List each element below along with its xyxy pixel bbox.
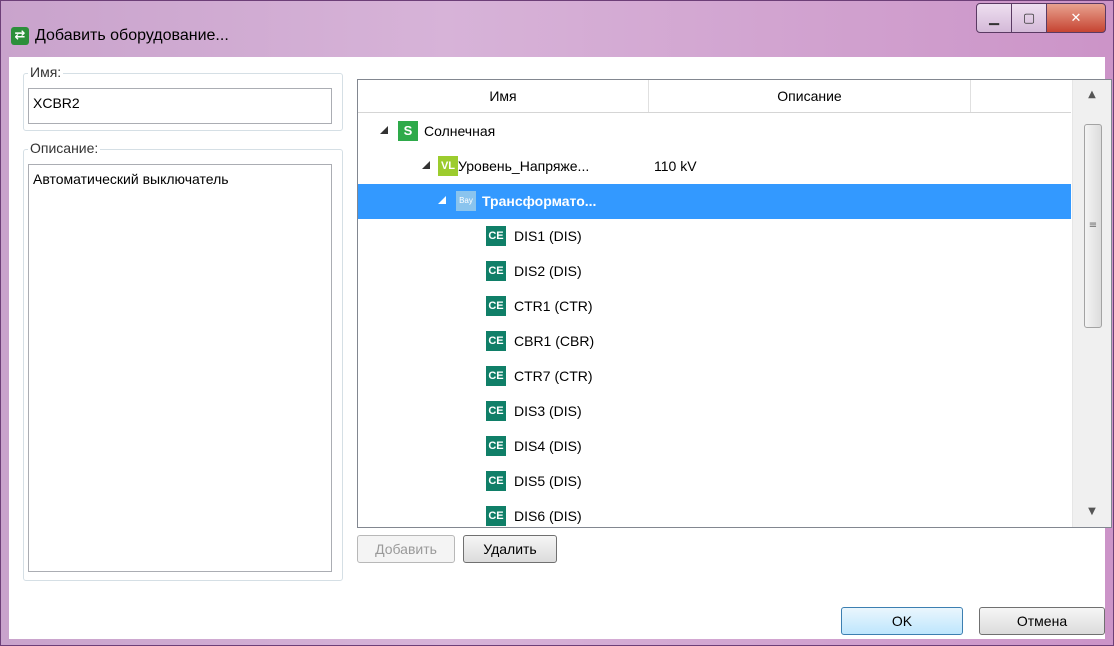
substation-icon: S	[398, 121, 418, 141]
tree-row-equipment[interactable]: CE CBR1 (CBR)	[358, 324, 1071, 359]
equipment-icon: CE	[486, 471, 506, 491]
tree-row-equipment[interactable]: CE DIS3 (DIS)	[358, 394, 1071, 429]
tree-row-substation[interactable]: S Солнечная	[358, 114, 1071, 149]
description-label: Описание:	[28, 140, 101, 156]
grid-header: Имя Описание	[358, 80, 1071, 113]
tree-row-label: Трансформато...	[482, 193, 597, 209]
expand-arrow-icon[interactable]	[380, 126, 388, 134]
dialog-client-area: Имя: XCBR2 Описание: Автоматический выкл…	[9, 57, 1112, 639]
maximize-button[interactable]: ▢	[1011, 3, 1047, 33]
voltage-level-icon: VL	[438, 156, 458, 176]
tree-row-label: Солнечная	[424, 123, 496, 139]
column-header-description[interactable]: Описание	[649, 80, 971, 112]
equipment-icon: CE	[486, 296, 506, 316]
equipment-icon: CE	[486, 506, 506, 526]
equipment-icon: CE	[486, 401, 506, 421]
equipment-icon: CE	[486, 261, 506, 281]
minimize-icon: ▁	[989, 10, 999, 26]
dialog-window: ⇄ Добавить оборудование... ▁ ▢ ✕ Имя: XC…	[0, 0, 1114, 646]
equipment-icon: CE	[486, 436, 506, 456]
column-header-name[interactable]: Имя	[358, 80, 649, 112]
tree-row-voltage-level[interactable]: VL Уровень_Напряже... 110 kV	[358, 149, 1071, 184]
equipment-icon: CE	[486, 331, 506, 351]
equipment-icon: CE	[486, 226, 506, 246]
tree-row-label: DIS6 (DIS)	[514, 508, 582, 524]
column-header-filler	[971, 80, 1071, 112]
name-label: Имя:	[28, 64, 64, 80]
tree-row-equipment[interactable]: CE DIS4 (DIS)	[358, 429, 1071, 464]
tree-row-label: CTR1 (CTR)	[514, 298, 593, 314]
name-group: Имя: XCBR2	[23, 64, 343, 131]
description-input[interactable]: Автоматический выключатель	[28, 164, 332, 572]
window-title: Добавить оборудование...	[35, 27, 229, 44]
remove-button[interactable]: Удалить	[463, 535, 557, 563]
add-button[interactable]: Добавить	[357, 535, 455, 563]
tree-rows: S Солнечная VL Уровень_Напряже... 110 kV…	[358, 114, 1071, 527]
tree-row-equipment[interactable]: CE DIS2 (DIS)	[358, 254, 1071, 289]
maximize-icon: ▢	[1022, 10, 1036, 26]
tree-row-equipment[interactable]: CE DIS5 (DIS)	[358, 464, 1071, 499]
scroll-down-icon[interactable]: ▼	[1073, 497, 1111, 527]
tree-row-equipment[interactable]: CE CTR7 (CTR)	[358, 359, 1071, 394]
tree-row-equipment[interactable]: CE DIS1 (DIS)	[358, 219, 1071, 254]
tree-row-label: Уровень_Напряже...	[458, 158, 590, 174]
window-controls: ▁ ▢ ✕	[976, 3, 1106, 37]
ok-button[interactable]: OK	[841, 607, 963, 635]
tree-row-label: DIS1 (DIS)	[514, 228, 582, 244]
expand-arrow-icon[interactable]	[438, 196, 446, 204]
tree-row-label: DIS4 (DIS)	[514, 438, 582, 454]
equipment-tree-grid[interactable]: Имя Описание S Солнечная VL Уровень_Напр…	[357, 79, 1112, 528]
title-bar[interactable]: ⇄ Добавить оборудование... ▁ ▢ ✕	[1, 1, 1113, 57]
tree-row-description: 110 kV	[654, 158, 697, 174]
bay-icon: Bay	[456, 191, 476, 211]
close-button[interactable]: ✕	[1046, 3, 1106, 33]
tree-row-label: DIS5 (DIS)	[514, 473, 582, 489]
tree-row-label: DIS3 (DIS)	[514, 403, 582, 419]
minimize-button[interactable]: ▁	[976, 3, 1012, 33]
scroll-up-icon[interactable]: ▲	[1073, 80, 1111, 110]
description-group: Описание: Автоматический выключатель	[23, 140, 343, 581]
tree-row-equipment[interactable]: CE DIS6 (DIS)	[358, 499, 1071, 527]
tree-row-label: CTR7 (CTR)	[514, 368, 593, 384]
tree-row-bay-selected[interactable]: Bay Трансформато...	[358, 184, 1071, 219]
equipment-icon: CE	[486, 366, 506, 386]
tree-row-label: DIS2 (DIS)	[514, 263, 582, 279]
tree-row-equipment[interactable]: CE CTR1 (CTR)	[358, 289, 1071, 324]
scroll-thumb[interactable]: ≡	[1084, 124, 1102, 328]
expand-arrow-icon[interactable]	[422, 161, 430, 169]
vertical-scrollbar[interactable]: ▲ ≡ ▼	[1072, 80, 1111, 527]
grip-icon: ≡	[1088, 220, 1098, 231]
close-icon: ✕	[1070, 10, 1082, 26]
app-icon: ⇄	[11, 27, 29, 45]
name-input[interactable]: XCBR2	[28, 88, 332, 124]
cancel-button[interactable]: Отмена	[979, 607, 1105, 635]
tree-row-label: CBR1 (CBR)	[514, 333, 595, 349]
